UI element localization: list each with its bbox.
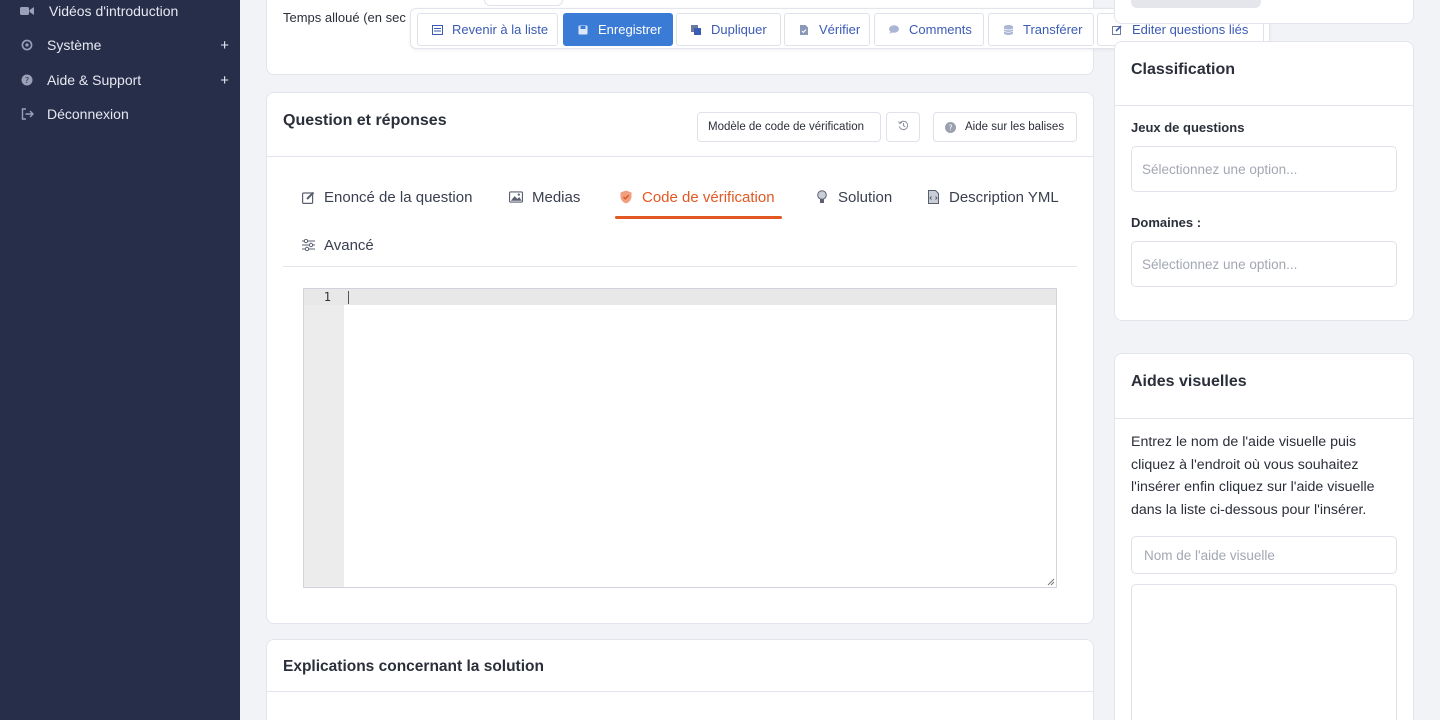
visual-aid-name-input[interactable]: Nom de l'aide visuelle <box>1131 536 1397 574</box>
tags-help-label: Aide sur les balises <box>965 121 1065 133</box>
video-icon <box>20 4 34 18</box>
logout-icon <box>20 107 34 121</box>
duplicate-button[interactable]: Dupliquer <box>676 13 781 46</box>
sliders-icon <box>301 238 315 252</box>
card-header-divider <box>267 156 1093 157</box>
sidebar-item-deconnexion[interactable]: Déconnexion <box>0 99 240 129</box>
tab-solution[interactable]: Solution <box>815 177 892 217</box>
classification-title: Classification <box>1131 61 1236 78</box>
verification-template-button[interactable]: Modèle de code de vérification <box>697 112 881 142</box>
question-answers-title: Question et réponses <box>283 112 447 129</box>
tab-label: Avancé <box>324 236 374 254</box>
tags-help-button[interactable]: ? Aide sur les balises <box>933 112 1077 142</box>
sidebar-item-videos[interactable]: Vidéos d'introduction <box>0 0 240 26</box>
edit-icon <box>1106 24 1128 35</box>
expand-icon[interactable]: + <box>220 72 229 89</box>
domains-placeholder: Sélectionnez une option... <box>1142 256 1298 272</box>
tab-description-yml[interactable]: Description YML <box>926 177 1059 217</box>
file-check-icon <box>793 24 815 35</box>
right-top-button[interactable] <box>1131 0 1261 8</box>
svg-text:?: ? <box>25 76 29 85</box>
explanations-card <box>266 639 1094 720</box>
comment-icon <box>883 25 905 34</box>
tab-label: Medias <box>532 188 581 206</box>
image-icon <box>509 190 523 204</box>
visual-aids-title: Aides visuelles <box>1131 373 1247 390</box>
svg-text:?: ? <box>949 123 953 132</box>
verify-button[interactable]: Vérifier <box>784 13 870 46</box>
back-to-list-label: Revenir à la liste <box>452 22 549 37</box>
tab-code-verification[interactable]: Code de vérification <box>619 177 775 217</box>
sidebar-item-aide-support[interactable]: ? Aide & Support + <box>0 65 240 95</box>
history-button[interactable] <box>886 112 920 142</box>
transfer-label: Transférer <box>1023 22 1083 37</box>
file-code-icon <box>926 190 940 204</box>
resize-handle-icon[interactable] <box>1047 578 1055 586</box>
edit-icon <box>301 190 315 204</box>
active-tab-indicator <box>615 216 782 219</box>
sidebar-item-label: Système <box>47 37 102 53</box>
domains-label: Domaines : <box>1131 215 1202 230</box>
gear-icon <box>20 38 34 52</box>
sidebar-item-label: Vidéos d'introduction <box>49 3 179 19</box>
question-sets-placeholder: Sélectionnez une option... <box>1142 161 1298 177</box>
shield-check-icon <box>619 190 633 204</box>
temps-alloue-input[interactable] <box>484 0 563 6</box>
verify-label: Vérifier <box>819 22 861 37</box>
explanations-title: Explications concernant la solution <box>283 658 544 675</box>
tab-label: Enoncé de la question <box>324 188 473 206</box>
explanations-divider <box>267 691 1093 692</box>
save-button[interactable]: Enregistrer <box>563 13 673 46</box>
tab-label: Solution <box>838 188 893 206</box>
tab-avance[interactable]: Avancé <box>301 225 374 265</box>
tab-label: Description YML <box>949 188 1059 206</box>
copy-icon <box>685 24 707 35</box>
tab-enonce[interactable]: Enoncé de la question <box>301 177 472 217</box>
code-editor[interactable]: 1 <box>303 288 1057 588</box>
duplicate-label: Dupliquer <box>711 22 767 37</box>
edit-linked-questions-label: Editer questions liés <box>1132 22 1249 37</box>
save-icon <box>572 25 594 35</box>
lightbulb-icon <box>815 190 829 204</box>
transfer-button[interactable]: Transférer <box>988 13 1094 46</box>
comments-label: Comments <box>909 22 972 37</box>
domains-select[interactable]: Sélectionnez une option... <box>1131 241 1397 287</box>
visual-aid-name-placeholder: Nom de l'aide visuelle <box>1144 547 1275 563</box>
help-circle-icon: ? <box>20 73 34 87</box>
tab-medias[interactable]: Medias <box>509 177 580 217</box>
tabs-divider <box>283 266 1077 267</box>
sidebar: Vidéos d'introduction Système + ? Aide &… <box>0 0 240 720</box>
line-number: 1 <box>323 290 331 304</box>
list-icon <box>426 24 448 35</box>
history-icon <box>897 120 909 134</box>
question-sets-label: Jeux de questions <box>1131 120 1245 135</box>
verification-template-label: Modèle de code de vérification <box>708 121 864 133</box>
question-sets-select[interactable]: Sélectionnez une option... <box>1131 146 1397 192</box>
save-label: Enregistrer <box>598 22 662 37</box>
sidebar-item-label: Aide & Support <box>47 72 142 88</box>
tab-label: Code de vérification <box>642 188 775 206</box>
visual-aids-list[interactable] <box>1131 584 1397 720</box>
editor-gutter <box>304 289 344 587</box>
visual-aids-divider <box>1115 418 1413 419</box>
help-circle-icon: ? <box>945 121 956 133</box>
sidebar-item-label: Déconnexion <box>47 106 129 122</box>
back-to-list-button[interactable]: Revenir à la liste <box>417 13 558 46</box>
visual-aids-help-text: Entrez le nom de l'aide visuelle puis cl… <box>1131 434 1375 518</box>
database-icon <box>997 24 1019 35</box>
editor-active-line <box>304 289 1056 305</box>
comments-button[interactable]: Comments <box>874 13 984 46</box>
classification-divider <box>1115 105 1413 106</box>
sidebar-item-systeme[interactable]: Système + <box>0 30 240 60</box>
expand-icon[interactable]: + <box>220 37 229 54</box>
temps-alloue-label: Temps alloué (en sec <box>283 10 406 25</box>
text-cursor <box>348 291 349 304</box>
